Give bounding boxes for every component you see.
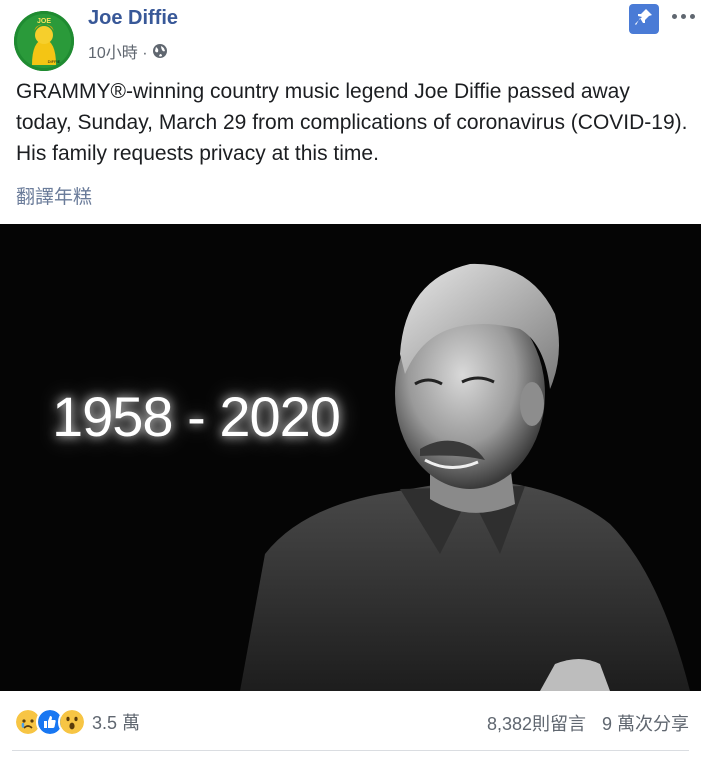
wow-reaction-icon — [58, 708, 86, 736]
engagement-bar: 3.5 萬 8,382則留言 9 萬次分享 — [0, 700, 701, 745]
post-photo[interactable]: 1958 - 2020 — [0, 224, 701, 691]
post-meta: 10小時 · — [88, 39, 168, 63]
page-name-link[interactable]: Joe Diffie — [88, 7, 178, 30]
page-avatar[interactable]: JOE DIFFIE — [14, 11, 74, 71]
pin-icon — [634, 7, 654, 32]
post-header: JOE DIFFIE Joe Diffie 10小時 · — [0, 0, 701, 71]
share-count-link[interactable]: 9 萬次分享 — [602, 710, 689, 736]
more-options-button[interactable] — [668, 6, 698, 26]
svg-text:DIFFIE: DIFFIE — [48, 59, 61, 64]
see-translation-link[interactable]: 翻譯年糕 — [16, 182, 92, 209]
pin-button[interactable] — [629, 4, 659, 34]
reactions-summary[interactable]: 3.5 萬 — [14, 708, 140, 736]
comment-count-link[interactable]: 8,382則留言 — [487, 710, 586, 736]
globe-icon[interactable] — [152, 43, 168, 59]
more-options-icon-dot — [689, 13, 695, 19]
more-options-icon-dot — [671, 13, 677, 19]
photo-caption-years: 1958 - 2020 — [52, 385, 341, 448]
engagement-stats: 8,382則留言 9 萬次分享 — [487, 710, 689, 736]
more-options-icon-dot — [680, 13, 686, 19]
reaction-count[interactable]: 3.5 萬 — [92, 709, 140, 735]
footer-divider — [12, 750, 689, 751]
post-message: GRAMMY®-winning country music legend Joe… — [16, 80, 688, 165]
avatar-logo-text: JOE — [37, 18, 51, 25]
post-timestamp[interactable]: 10小時 · — [88, 39, 148, 63]
